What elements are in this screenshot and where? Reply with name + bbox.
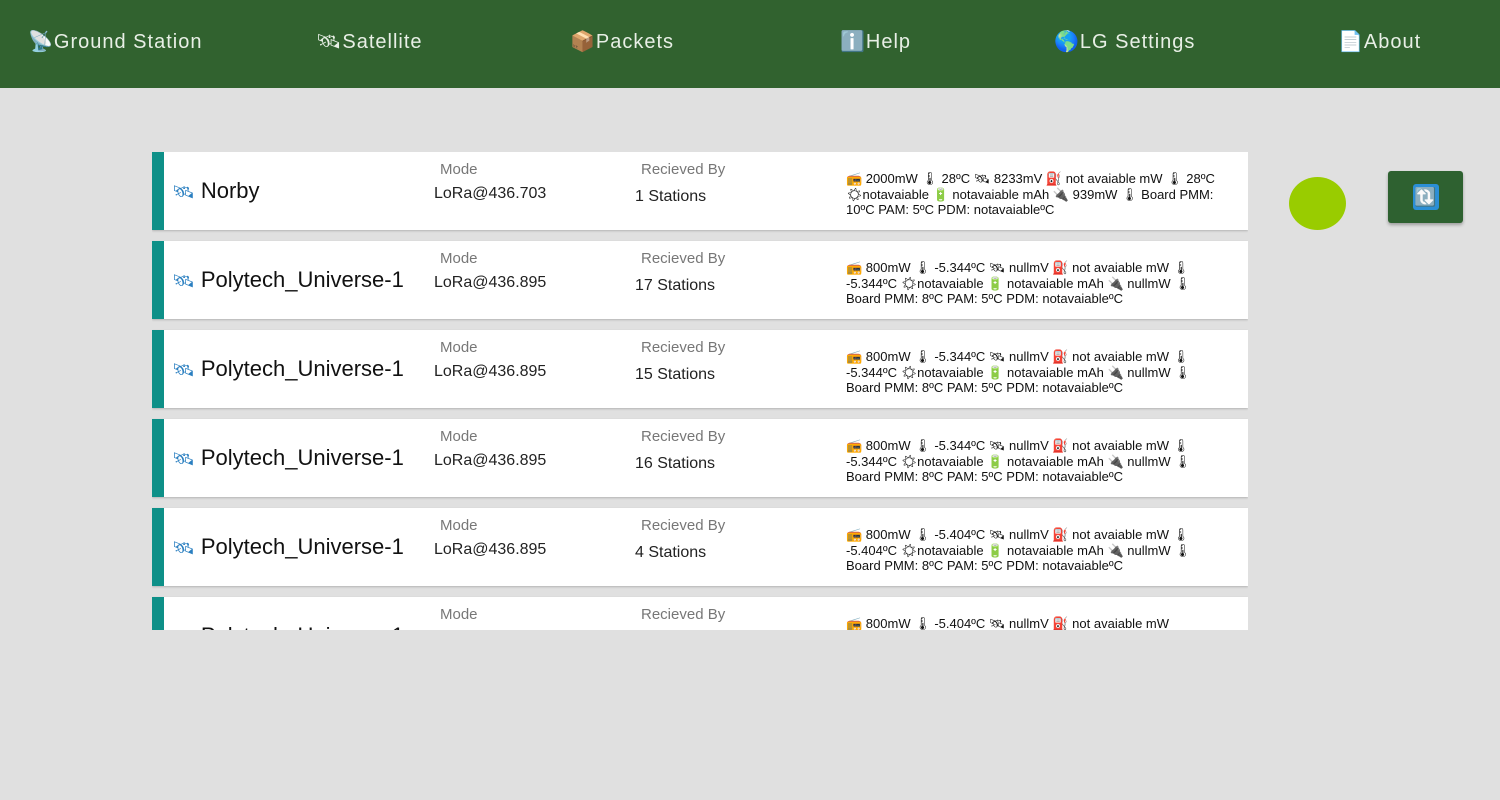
refresh-icon: 🔃 [1412, 184, 1439, 210]
satellite-name: 🛰Polytech_Universe-1 [172, 534, 404, 560]
mode-value: LoRa@436.895 [434, 274, 547, 291]
satellite-name: 🛰Polytech_Universe-1 [172, 356, 404, 382]
mode-value: LoRa@436.895 [434, 452, 547, 469]
satellite-card[interactable]: 🛰 Polytech_Universe-1 Mode LoRa@436.895 R… [152, 330, 1248, 408]
stations-count: 4 Stations [635, 544, 707, 561]
satellite-name: 🛰 Norby [172, 178, 260, 204]
nav-label: LG Settings [1079, 31, 1196, 53]
satellite-name-text: Polytech_Universe-1 [200, 356, 404, 381]
nav-lg-settings[interactable]: 🌎LG Settings [1054, 29, 1195, 54]
satellite-icon: 🛰 [172, 182, 195, 202]
mode-label: Mode [440, 428, 478, 445]
received-label: Recieved By [641, 428, 726, 445]
nav-label: About [1363, 31, 1422, 53]
nav-packets[interactable]: 📦Packets [570, 29, 674, 54]
received-label: Recieved By [641, 161, 726, 178]
telemetry-info: 📻 800mW 🌡 -5.404ºC 🛰 nullmV ⛽ not avaiab… [846, 527, 1191, 572]
satellite-icon: 🛰 [172, 271, 195, 291]
satellite-icon: 🛰 [316, 31, 343, 53]
satellite-card[interactable]: 🛰 Polytech_Universe-1 Mode Recieved By 📻 … [152, 597, 1248, 630]
satellite-name-text: Norby [200, 178, 260, 203]
packets-icon: 📦 [570, 31, 596, 53]
nav-about[interactable]: 📄About [1338, 29, 1421, 54]
mode-label: Mode [440, 161, 478, 178]
lg-settings-icon: 🌎 [1054, 31, 1080, 53]
received-label: Recieved By [641, 250, 726, 267]
mode-value: LoRa@436.895 [434, 363, 547, 380]
satellite-name-text: Polytech_Universe-1 [201, 623, 404, 630]
nav-label: Satellite [342, 31, 423, 53]
telemetry-info: 📻 800mW 🌡 -5.344ºC 🛰 nullmV ⛽ not avaiab… [846, 438, 1191, 483]
nav-label: Ground Station [53, 31, 203, 53]
packet-list[interactable]: 🛰 Norby Mode LoRa@436.703 Recieved By 1 S… [152, 152, 1248, 630]
satellite-name: 🛰 Polytech_Universe-1 [172, 623, 404, 630]
nav-label: Packets [595, 31, 675, 53]
satellite-card[interactable]: 🛰 Polytech_Universe-1 Mode LoRa@436.895 R… [152, 419, 1248, 497]
satellite-name-text: Polytech_Universe-1 [200, 534, 404, 559]
top-nav: 📡Ground Station 🛰Satellite 📦Packets ℹ️Help 🌎… [0, 0, 1500, 88]
telemetry-info: 📻 800mW 🌡 -5.404ºC 🛰 nullmV ⛽ not avaiab… [846, 616, 1170, 630]
satellite-name-text: Polytech_Universe-1 [200, 445, 404, 470]
satellite-card[interactable]: 🛰 Norby Mode LoRa@436.703 Recieved By 1 S… [152, 152, 1248, 230]
mode-label: Mode [440, 517, 478, 534]
about-icon: 📄 [1338, 31, 1364, 53]
received-label: Recieved By [641, 606, 726, 623]
satellite-icon: 🛰 [172, 627, 195, 630]
telemetry-info: 📻 800mW 🌡 -5.344ºC 🛰 nullmV ⛽ not avaiab… [846, 349, 1191, 394]
mode-value: LoRa@436.703 [434, 185, 547, 202]
satellite-icon: 🛰 [172, 360, 195, 380]
mode-label: Mode [440, 339, 478, 356]
help-icon: ℹ️ [840, 31, 866, 53]
nav-satellite[interactable]: 🛰Satellite [316, 29, 423, 54]
mode-label: Mode [440, 606, 478, 623]
stations-count: 1 Stations [635, 188, 707, 205]
satellite-name: 🛰Polytech_Universe-1 [172, 267, 404, 293]
telemetry-info: 📻 800mW 🌡 -5.344ºC 🛰 nullmV ⛽ not avaiab… [846, 260, 1191, 305]
received-label: Recieved By [641, 517, 726, 534]
mode-value: LoRa@436.895 [434, 541, 547, 558]
telemetry-info: 📻 2000mW 🌡 28ºC 🛰 8233mV ⛽ not avaiable … [846, 171, 1215, 216]
ground-station-icon: 📡 [28, 31, 54, 53]
satellite-card[interactable]: 🛰 Polytech_Universe-1 Mode LoRa@436.895 R… [152, 508, 1248, 586]
refresh-button[interactable]: 🔃 [1388, 171, 1463, 223]
nav-label: Help [865, 31, 912, 53]
satellite-icon: 🛰 [172, 538, 195, 558]
status-indicator [1289, 177, 1346, 230]
received-label: Recieved By [641, 339, 726, 356]
stations-count: 15 Stations [635, 366, 716, 383]
satellite-name-text: Polytech_Universe-1 [200, 267, 404, 292]
nav-help[interactable]: ℹ️Help [840, 29, 911, 54]
satellite-icon: 🛰 [172, 449, 195, 469]
mode-label: Mode [440, 250, 478, 267]
stations-count: 17 Stations [635, 277, 716, 294]
satellite-card[interactable]: 🛰 Polytech_Universe-1 Mode LoRa@436.895 R… [152, 241, 1248, 319]
satellite-name: 🛰Polytech_Universe-1 [172, 445, 404, 471]
stations-count: 16 Stations [635, 455, 716, 472]
nav-ground-station[interactable]: 📡Ground Station [28, 29, 202, 54]
